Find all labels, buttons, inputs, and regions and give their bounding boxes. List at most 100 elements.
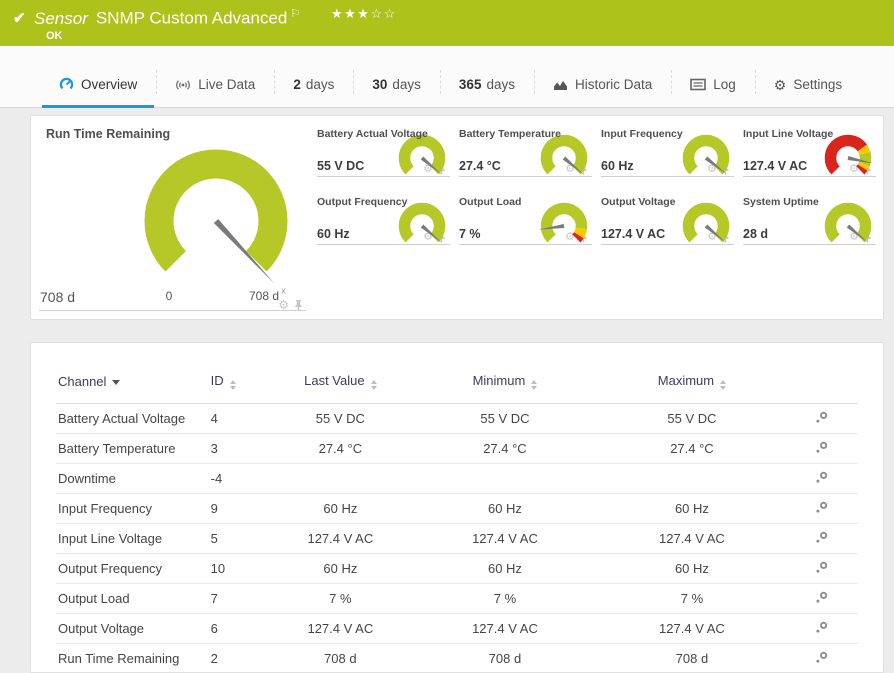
gauge-title: Output Frequency	[317, 196, 408, 208]
divider	[39, 310, 306, 311]
cell-last-value: 708 d	[270, 643, 411, 672]
channel-settings-icon[interactable]	[815, 621, 828, 634]
column-header-minimum[interactable]: Minimum	[410, 363, 600, 404]
cell-last-value: 127.4 V AC	[270, 613, 411, 644]
gauge-title: Input Line Voltage	[743, 128, 834, 140]
column-label: Maximum	[657, 373, 715, 388]
tab-label: Overview	[81, 77, 138, 92]
gauge-cell-output-load: Output Load 7 % ⚙	[456, 189, 597, 255]
tab-30-days[interactable]: 30 days	[353, 70, 440, 107]
channel-row-7[interactable]: Output Voltage 6 127.4 V AC 127.4 V AC 127.4…	[56, 613, 858, 644]
tab-2-days[interactable]: 2 days	[274, 70, 353, 107]
main-gauge: Run Time Remaining x 0 708 d 708 d ⚙	[31, 116, 314, 319]
tab-overview[interactable]: Overview	[40, 77, 156, 108]
gauge-value: 60 Hz	[601, 159, 634, 173]
column-header-maximum[interactable]: Maximum	[599, 363, 785, 404]
gauge-cell-system-uptime: System Uptime 28 d ⚙	[740, 189, 881, 255]
priority-stars[interactable]: ★★★☆☆	[331, 6, 397, 22]
tab-number: 2	[293, 77, 301, 92]
gear-icon[interactable]: ⚙	[278, 299, 289, 311]
channel-settings-icon[interactable]	[815, 411, 828, 424]
sensor-title: SNMP Custom Advanced	[95, 8, 288, 28]
gauge-cell-battery-actual-voltage: Battery Actual Voltage 55 V DC ⚙	[314, 121, 455, 187]
channel-row-5[interactable]: Output Frequency 10 60 Hz 60 Hz 60 Hz	[56, 553, 858, 584]
channel-settings-icon[interactable]	[815, 591, 828, 604]
gauge-arc: x	[144, 149, 288, 295]
priority-flag-icon: ⚐	[290, 8, 301, 20]
channel-row-0[interactable]: Battery Actual Voltage 4 55 V DC 55 V DC 55 …	[56, 403, 858, 434]
gauge-dial	[678, 130, 734, 191]
column-header-tools	[784, 363, 858, 404]
tab-label: days	[305, 77, 335, 92]
small-gauges-grid: Battery Actual Voltage 55 V DC ⚙ Battery…	[314, 121, 881, 255]
gauges-panel: Run Time Remaining x 0 708 d 708 d ⚙ Bat…	[30, 115, 884, 320]
cell-last-value: 127.4 V AC	[270, 523, 411, 554]
cell-channel: Output Voltage	[56, 613, 211, 644]
gauge-value: 127.4 V AC	[743, 159, 808, 173]
gauge-dial	[678, 198, 734, 259]
tab-settings[interactable]: ⚙ Settings	[754, 70, 861, 107]
gauge-title: System Uptime	[743, 196, 819, 208]
cell-maximum: 55 V DC	[599, 403, 785, 434]
tab-log[interactable]: Log	[671, 70, 755, 107]
sort-both-icon	[229, 380, 236, 390]
channel-row-6[interactable]: Output Load 7 7 % 7 % 7 %	[56, 583, 858, 614]
tab-historic-data[interactable]: Historic Data	[533, 70, 671, 107]
sort-both-icon	[370, 380, 377, 390]
channel-settings-icon[interactable]	[815, 531, 828, 544]
channel-settings-icon[interactable]	[815, 471, 828, 484]
cell-last-value: 55 V DC	[270, 403, 411, 434]
cell-channel: Battery Actual Voltage	[56, 403, 211, 434]
sort-both-icon	[531, 380, 538, 390]
channel-row-8[interactable]: Run Time Remaining 2 708 d 708 d 708 d	[56, 643, 858, 672]
column-label: Minimum	[472, 373, 526, 388]
column-header-id[interactable]: ID	[210, 363, 271, 404]
cell-maximum: 708 d	[599, 643, 785, 672]
stars-filled: ★★★	[331, 6, 371, 21]
tab-label: Historic Data	[574, 77, 653, 92]
tab-label: Log	[713, 77, 736, 92]
svg-text:x: x	[281, 285, 286, 295]
cell-channel: Output Frequency	[56, 553, 211, 584]
cell-last-value: 60 Hz	[270, 493, 411, 524]
cell-id: -4	[210, 463, 271, 494]
channel-settings-icon[interactable]	[815, 441, 828, 454]
column-header-last-value[interactable]: Last Value	[270, 363, 411, 404]
chart-icon	[553, 78, 568, 92]
cell-maximum	[599, 463, 785, 494]
pin-icon[interactable]	[294, 299, 303, 311]
channel-row-4[interactable]: Input Line Voltage 5 127.4 V AC 127.4 V AC 1…	[56, 523, 858, 554]
tab-live-data[interactable]: Live Data	[156, 70, 274, 107]
channel-row-2[interactable]: Downtime -4	[56, 463, 858, 494]
cell-maximum: 127.4 V AC	[599, 613, 785, 644]
tab-365-days[interactable]: 365 days	[439, 70, 534, 107]
channel-row-3[interactable]: Input Frequency 9 60 Hz 60 Hz 60 Hz	[56, 493, 858, 524]
channel-settings-icon[interactable]	[815, 501, 828, 514]
cell-channel: Downtime	[56, 463, 211, 494]
status-check-icon: ✔	[13, 10, 26, 27]
cell-channel: Output Load	[56, 583, 211, 614]
sensor-kind-label: Sensor	[34, 8, 88, 28]
gauge-cell-battery-temperature: Battery Temperature 27.4 °C ⚙	[456, 121, 597, 187]
cell-minimum	[410, 463, 600, 494]
cell-last-value: 27.4 °C	[270, 433, 411, 464]
cell-minimum: 7 %	[410, 583, 600, 614]
column-label: ID	[210, 373, 224, 388]
cell-minimum: 60 Hz	[410, 553, 600, 584]
sensor-status-badge: OK	[46, 30, 63, 42]
channel-row-1[interactable]: Battery Temperature 3 27.4 °C 27.4 °C 27.4 °…	[56, 433, 858, 464]
cell-id: 4	[210, 403, 271, 434]
channel-settings-icon[interactable]	[815, 561, 828, 574]
gauge-cell-input-frequency: Input Frequency 60 Hz ⚙	[598, 121, 739, 187]
column-header-channel[interactable]: Channel	[56, 363, 211, 404]
channel-settings-icon[interactable]	[815, 651, 828, 664]
cell-last-value: 7 %	[270, 583, 411, 614]
cell-id: 5	[210, 523, 271, 554]
gauge-value: 27.4 °C	[459, 159, 501, 173]
gauge-value: 55 V DC	[317, 159, 365, 173]
gauge-value: 28 d	[743, 227, 769, 241]
gauge-title: Input Frequency	[601, 128, 683, 140]
live-icon	[175, 78, 191, 92]
cell-channel: Battery Temperature	[56, 433, 211, 464]
tab-label: days	[486, 77, 515, 92]
